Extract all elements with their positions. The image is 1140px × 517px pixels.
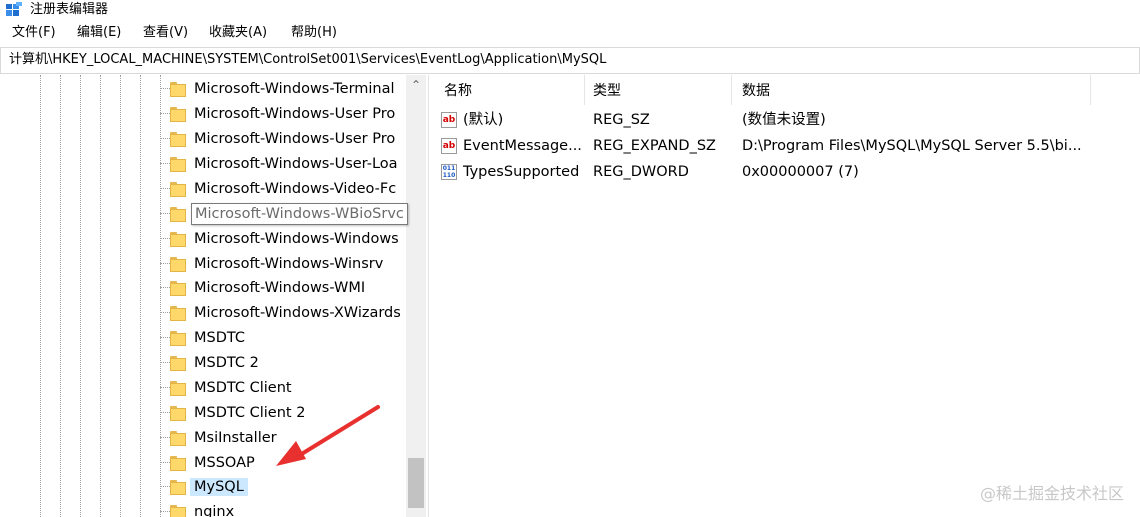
column-header-data[interactable]: 数据 xyxy=(730,75,1091,105)
tree-item[interactable]: MSDTC Client xyxy=(160,376,410,400)
folder-icon xyxy=(170,505,186,517)
tree-item[interactable]: Microsoft-Windows-XWizards xyxy=(160,301,410,325)
address-path[interactable]: 计算机\HKEY_LOCAL_MACHINE\SYSTEM\ControlSet… xyxy=(9,51,606,69)
binary-value-icon: 011 110 xyxy=(441,164,457,180)
menu-view[interactable]: 查看(V) xyxy=(141,24,190,42)
folder-icon xyxy=(170,82,186,97)
tree-item-label: Microsoft-Windows-User-Loa xyxy=(194,156,398,172)
tree-item[interactable]: MSSOAP xyxy=(160,451,410,475)
tree-item-label: MSDTC xyxy=(194,330,246,346)
folder-icon xyxy=(170,331,186,346)
tree-item-label: Microsoft-Windows-User Pro xyxy=(194,106,396,122)
value-type: REG_DWORD xyxy=(593,164,689,180)
value-row[interactable]: ab EventMessage... REG_EXPAND_SZ D:\Prog… xyxy=(432,133,1140,159)
tree-item[interactable]: Microsoft-Windows-WMI xyxy=(160,276,410,300)
scroll-up-icon[interactable]: ⌃ xyxy=(406,75,426,95)
tree-item[interactable]: MSDTC xyxy=(160,326,410,350)
tree-guide-line xyxy=(80,75,81,517)
tree-item[interactable]: Microsoft-Windows-Video-Fc xyxy=(160,177,410,201)
tree-item[interactable]: Microsoft-Windows-Windows xyxy=(160,227,410,251)
tree-item-label: nginx xyxy=(194,504,235,517)
string-value-icon: ab xyxy=(441,112,457,128)
value-data: 0x00000007 (7) xyxy=(742,164,859,180)
tree-item-label: Microsoft-Windows-Windows xyxy=(194,231,399,247)
folder-icon xyxy=(170,182,186,197)
folder-icon xyxy=(170,306,186,321)
tree-item-label: Microsoft-Windows-XWizards xyxy=(194,305,401,321)
folder-icon xyxy=(170,456,186,471)
address-bar[interactable]: 计算机\HKEY_LOCAL_MACHINE\SYSTEM\ControlSet… xyxy=(0,47,1140,74)
folder-icon xyxy=(170,232,186,247)
value-name: EventMessage... xyxy=(463,138,582,154)
registry-tree[interactable]: Microsoft-Windows-Terminal Microsoft-Win… xyxy=(0,75,429,517)
tree-item-tooltip: Microsoft-Windows-WBioSrvc xyxy=(191,203,408,225)
tree-item-label: MSSOAP xyxy=(194,455,255,471)
tree-item-selected[interactable]: MySQL xyxy=(160,475,410,499)
column-header-type[interactable]: 类型 xyxy=(581,75,732,105)
menu-file[interactable]: 文件(F) xyxy=(10,24,58,42)
tree-item-label: MSDTC Client 2 xyxy=(194,405,306,421)
tree-guide-line xyxy=(140,75,141,517)
tree-item-hover[interactable]: Microsoft-Windows-WBioSrvc xyxy=(160,202,410,226)
folder-icon xyxy=(170,281,186,296)
tree-guide-line xyxy=(120,75,121,517)
scroll-thumb[interactable] xyxy=(408,458,424,508)
window-title: 注册表编辑器 xyxy=(30,2,109,17)
value-name: TypesSupported xyxy=(463,164,580,180)
folder-icon xyxy=(170,356,186,371)
tree-item-label: MySQL xyxy=(190,478,248,496)
tree-guide-line xyxy=(60,75,61,517)
tree-item[interactable]: Microsoft-Windows-Winsrv xyxy=(160,252,410,276)
values-list[interactable]: 名称 类型 数据 ab (默认) REG_SZ (数值未设置) ab Event… xyxy=(432,75,1140,517)
folder-icon xyxy=(170,406,186,421)
regedit-icon xyxy=(6,2,22,16)
folder-icon xyxy=(170,207,186,222)
value-data: (数值未设置) xyxy=(742,112,826,128)
tree-item-label: Microsoft-Windows-Terminal xyxy=(194,81,395,97)
menu-bar: 文件(F) 编辑(E) 查看(V) 收藏夹(A) 帮助(H) xyxy=(0,22,1140,44)
string-value-icon: ab xyxy=(441,138,457,154)
tree-item[interactable]: MsiInstaller xyxy=(160,426,410,450)
tree-item[interactable]: Microsoft-Windows-User Pro xyxy=(160,102,410,126)
value-type: REG_EXPAND_SZ xyxy=(593,138,716,154)
menu-edit[interactable]: 编辑(E) xyxy=(75,24,123,42)
tree-item-label: Microsoft-Windows-User Pro xyxy=(194,131,396,147)
watermark: @稀土掘金技术社区 xyxy=(979,484,1124,503)
folder-icon xyxy=(170,157,186,172)
tree-item-label: MSDTC Client xyxy=(194,380,292,396)
value-row[interactable]: 011 110 TypesSupported REG_DWORD 0x000000… xyxy=(432,159,1140,185)
tree-guide-line xyxy=(100,75,101,517)
value-name: (默认) xyxy=(463,112,504,128)
folder-icon xyxy=(170,480,186,495)
tree-item-label: Microsoft-Windows-WMI xyxy=(194,280,366,296)
value-type: REG_SZ xyxy=(593,112,650,128)
tree-item[interactable]: nginx xyxy=(160,500,410,517)
folder-icon xyxy=(170,381,186,396)
tree-item[interactable]: MSDTC 2 xyxy=(160,351,410,375)
value-data: D:\Program Files\MySQL\MySQL Server 5.5\… xyxy=(742,138,1082,154)
tree-item-label: MSDTC 2 xyxy=(194,355,259,371)
tree-guide-line xyxy=(40,75,41,517)
value-row[interactable]: ab (默认) REG_SZ (数值未设置) xyxy=(432,107,1140,133)
tree-item-label: Microsoft-Windows-Winsrv xyxy=(194,256,384,272)
tree-item-label: Microsoft-Windows-Video-Fc xyxy=(194,181,397,197)
folder-icon xyxy=(170,431,186,446)
column-header-name[interactable]: 名称 xyxy=(432,75,585,105)
tree-item[interactable]: Microsoft-Windows-User-Loa xyxy=(160,152,410,176)
folder-icon xyxy=(170,257,186,272)
title-bar: 注册表编辑器 xyxy=(0,0,1140,20)
folder-icon xyxy=(170,132,186,147)
tree-item[interactable]: Microsoft-Windows-Terminal xyxy=(160,77,410,101)
menu-favorites[interactable]: 收藏夹(A) xyxy=(207,24,269,42)
tree-scrollbar[interactable]: ⌃ xyxy=(406,75,426,517)
tree-item-label: MsiInstaller xyxy=(194,430,277,446)
folder-icon xyxy=(170,107,186,122)
tree-item[interactable]: Microsoft-Windows-User Pro xyxy=(160,127,410,151)
menu-help[interactable]: 帮助(H) xyxy=(289,24,339,42)
tree-item[interactable]: MSDTC Client 2 xyxy=(160,401,410,425)
